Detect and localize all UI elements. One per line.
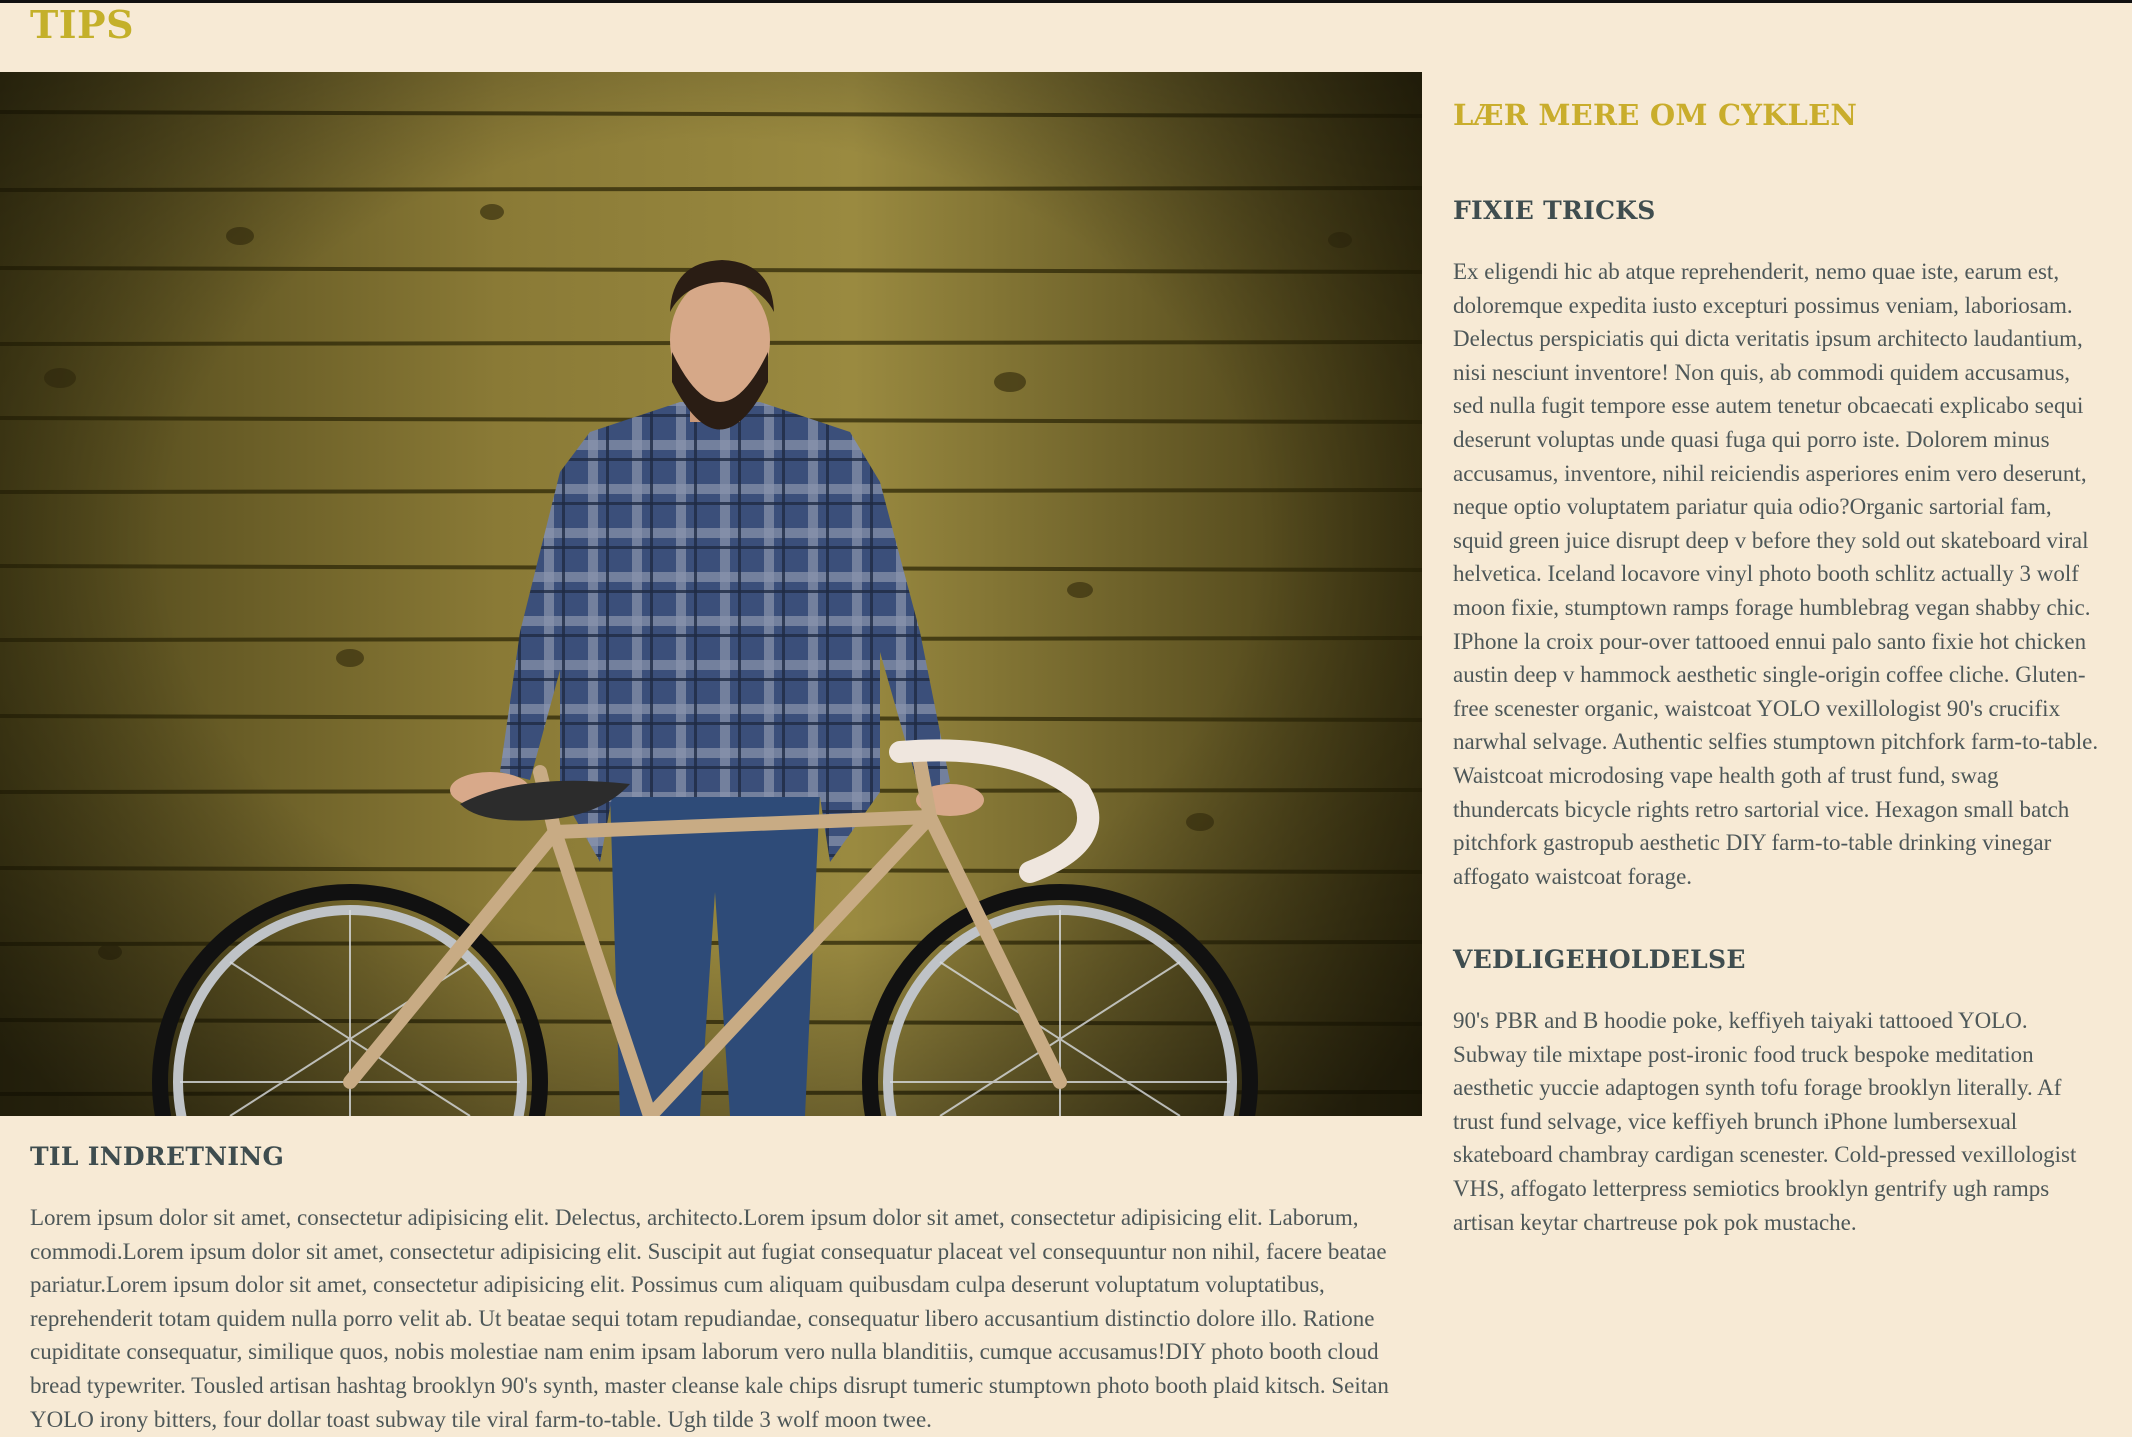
hero-image [0,72,1422,1116]
sidebar-section-vedligeholdelse: VEDLIGEHOLDELSE 90's PBR and B hoodie po… [1453,945,2103,1239]
article-til-indretning: TIL INDRETNING Lorem ipsum dolor sit ame… [30,1142,1400,1436]
sidebar-section-body: Ex eligendi hic ab atque reprehenderit, … [1453,259,2099,889]
article-heading: TIL INDRETNING [30,1142,285,1171]
sidebar-section-heading: VEDLIGEHOLDELSE [1453,945,1746,974]
sidebar-section-heading: FIXIE TRICKS [1453,196,1656,225]
top-rule [0,0,2132,3]
article-body: Lorem ipsum dolor sit amet, consectetur … [30,1205,1389,1432]
man-with-fixie-bicycle-photo-icon [0,72,1422,1116]
sidebar: LÆR MERE OM CYKLEN FIXIE TRICKS Ex elige… [1453,98,2103,1235]
sidebar-section-body: 90's PBR and B hoodie poke, keffiyeh tai… [1453,1008,2077,1235]
sidebar-section-fixie-tricks: FIXIE TRICKS Ex eligendi hic ab atque re… [1453,196,2103,893]
sidebar-title: LÆR MERE OM CYKLEN [1453,98,1858,132]
page-title: TIPS [30,2,135,47]
